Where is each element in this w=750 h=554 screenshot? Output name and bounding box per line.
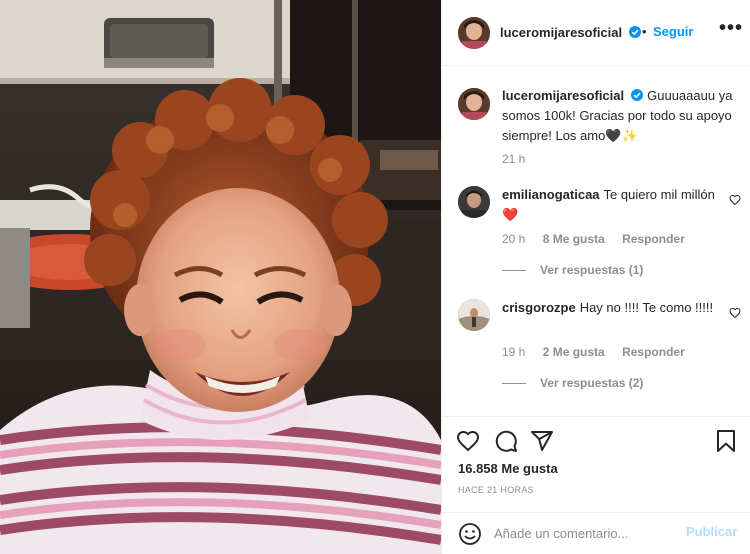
- post-side-panel: luceromijaresoficial • Seguir ••• lucero…: [441, 0, 750, 554]
- comment-meta: 20 h 8 Me gusta Responder: [502, 232, 699, 246]
- publish-button[interactable]: Publicar: [686, 524, 737, 539]
- comment-text: Hay no !!!! Te como !!!!!: [579, 300, 714, 315]
- likes-count[interactable]: 16.858 Me gusta: [458, 461, 558, 476]
- comment-input[interactable]: [494, 523, 674, 543]
- caption-avatar[interactable]: [458, 88, 490, 120]
- comment-likes[interactable]: 8 Me gusta: [543, 232, 605, 246]
- comment-likes[interactable]: 2 Me gusta: [543, 345, 605, 359]
- save-icon[interactable]: [714, 429, 738, 453]
- comments-list[interactable]: luceromijaresoficial Guuuaaauu ya somos 1…: [442, 66, 750, 416]
- heart-icon[interactable]: [456, 429, 480, 453]
- comment-time: 19 h: [502, 345, 526, 359]
- comment: emilianogaticaa Te quiero mil millón ❤️: [502, 185, 717, 225]
- caption-username[interactable]: luceromijaresoficial: [502, 88, 624, 103]
- avatar-image: [458, 17, 490, 49]
- comment-like-heart-icon[interactable]: [729, 307, 741, 319]
- header-separator: •: [642, 24, 647, 39]
- caption: luceromijaresoficial Guuuaaauu ya somos 1…: [502, 86, 738, 146]
- reply-button[interactable]: Responder: [622, 345, 685, 359]
- header-username-text[interactable]: luceromijaresoficial: [500, 25, 622, 40]
- view-replies-label[interactable]: Ver respuestas (1): [540, 263, 643, 277]
- view-replies-label[interactable]: Ver respuestas (2): [540, 376, 643, 390]
- comment-username[interactable]: emilianogaticaa: [502, 187, 600, 202]
- replies-divider: [502, 270, 526, 272]
- verified-badge-icon: [631, 89, 644, 101]
- more-options-icon[interactable]: •••: [719, 17, 743, 40]
- comment-time: 20 h: [502, 232, 526, 246]
- add-comment-bar: Publicar: [442, 512, 750, 554]
- caption-meta: 21 h: [502, 152, 539, 166]
- post-timestamp: HACE 21 HORAS: [458, 485, 534, 495]
- avatar[interactable]: [458, 17, 490, 49]
- view-replies-button[interactable]: Ver respuestas (1): [502, 263, 643, 277]
- follow-button[interactable]: Seguir: [653, 24, 693, 39]
- comment-avatar[interactable]: [458, 299, 490, 331]
- post-photo-image: [0, 0, 441, 554]
- caption-time: 21 h: [502, 152, 526, 166]
- reply-button[interactable]: Responder: [622, 232, 685, 246]
- caption-avatar-image: [458, 88, 490, 120]
- header-username[interactable]: luceromijaresoficial: [500, 25, 641, 40]
- comment-avatar-image: [458, 299, 490, 331]
- comment-avatar-image: [458, 186, 490, 218]
- post-photo[interactable]: [0, 0, 441, 554]
- comment-username[interactable]: crisgorozpe: [502, 300, 576, 315]
- share-icon[interactable]: [530, 429, 554, 453]
- comment-icon[interactable]: [494, 429, 518, 453]
- post-header: luceromijaresoficial • Seguir •••: [442, 0, 750, 66]
- comment-avatar[interactable]: [458, 186, 490, 218]
- verified-badge-icon: [628, 26, 641, 38]
- comment: crisgorozpe Hay no !!!! Te como !!!!!: [502, 298, 717, 318]
- replies-divider: [502, 383, 526, 385]
- view-replies-button[interactable]: Ver respuestas (2): [502, 376, 643, 390]
- comment-meta: 19 h 2 Me gusta Responder: [502, 345, 699, 359]
- emoji-icon[interactable]: [458, 522, 482, 546]
- comment-like-heart-icon[interactable]: [729, 194, 741, 206]
- post-actions: 16.858 Me gusta HACE 21 HORAS: [442, 416, 750, 512]
